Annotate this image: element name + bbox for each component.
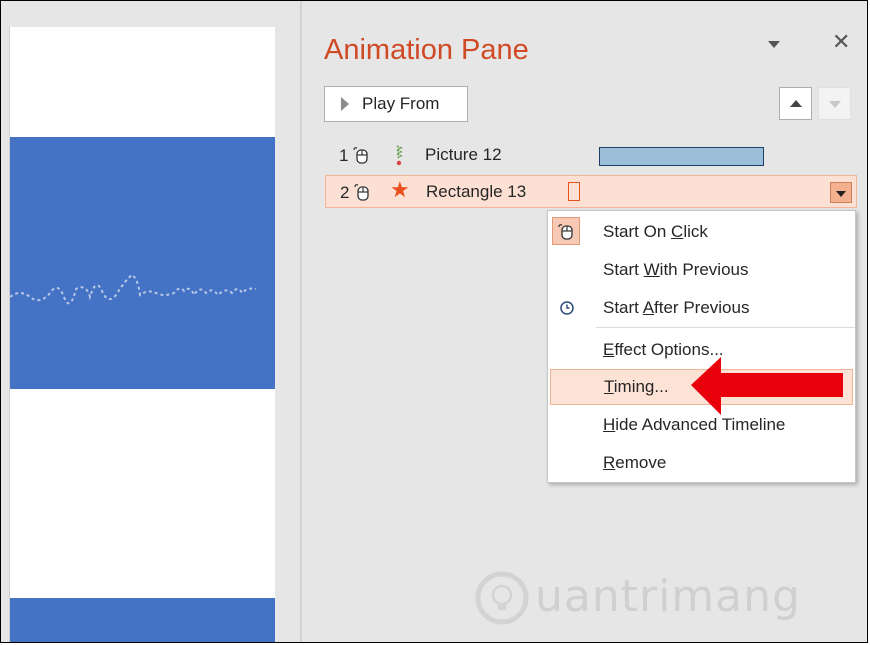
menu-item-start-after-previous[interactable]: Start After Previous <box>548 290 855 326</box>
move-down-button[interactable] <box>818 87 851 120</box>
menu-item-remove[interactable]: Remove <box>548 445 855 481</box>
mouse-click-icon <box>353 147 368 164</box>
zigzag-motion-icon <box>395 145 403 166</box>
slide-band-shape-bottom[interactable] <box>10 598 275 642</box>
chevron-down-icon <box>836 191 846 197</box>
menu-separator <box>596 327 855 328</box>
play-from-label: Play From <box>362 94 440 113</box>
slide-band-shape[interactable] <box>9 137 275 389</box>
arrow-up-icon <box>790 100 802 107</box>
menu-item-start-on-click[interactable]: Start On Click <box>548 214 855 250</box>
arrow-down-icon <box>829 101 841 108</box>
star-emphasis-icon: ★ <box>390 177 410 202</box>
mouse-click-icon <box>558 224 573 240</box>
animation-item-rectangle-13[interactable]: 2 ★ Rectangle 13 <box>325 175 857 208</box>
chevron-down-icon[interactable] <box>768 41 780 48</box>
animation-item-picture-12[interactable]: 1 Picture 12 <box>325 139 857 172</box>
menu-item-start-with-previous[interactable]: Start With Previous <box>548 252 855 288</box>
close-icon[interactable]: ✕ <box>832 31 850 53</box>
move-up-button[interactable] <box>779 87 812 120</box>
window: Animation Pane ✕ Play From 1 Picture 12 … <box>0 0 868 643</box>
animation-name: Picture 12 <box>425 145 502 164</box>
timeline-bar[interactable] <box>599 147 764 166</box>
clock-icon <box>560 301 574 315</box>
slide-area <box>1 1 301 642</box>
timeline-bar[interactable] <box>568 182 580 201</box>
item-dropdown-button[interactable] <box>830 182 852 203</box>
play-icon <box>341 97 349 111</box>
watermark-text: uantrimang <box>535 571 801 622</box>
play-from-button[interactable]: Play From <box>324 86 468 122</box>
motion-path <box>9 273 257 305</box>
animation-name: Rectangle 13 <box>426 182 527 201</box>
animation-context-menu: Start On Click Start With Previous Start… <box>547 210 856 483</box>
animation-order: 2 <box>340 183 350 202</box>
pane-title: Animation Pane <box>324 34 529 66</box>
animation-order: 1 <box>339 146 349 165</box>
mouse-click-icon <box>354 184 369 201</box>
checked-indicator <box>552 217 580 245</box>
red-arrow-annotation <box>691 357 843 415</box>
watermark-logo <box>475 571 529 625</box>
slide-canvas[interactable] <box>9 27 275 642</box>
